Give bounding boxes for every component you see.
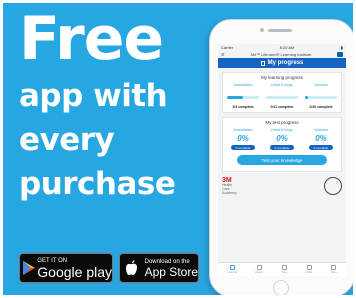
test-progress-card: My test progress Auscultation 0% 0 compl…	[222, 117, 342, 172]
status-badge: 0 complete	[309, 145, 333, 150]
page-title-text: My progress	[267, 60, 304, 66]
progress-meter	[227, 89, 259, 103]
status-badge: 0 complete	[231, 145, 255, 150]
tab-label: Learning	[227, 271, 237, 274]
battery-icon: ▮	[340, 44, 343, 50]
chart-icon	[229, 265, 235, 270]
page-title: My progress	[218, 58, 346, 68]
google-play-button[interactable]: GET IT ON Google play	[19, 253, 113, 283]
headline: Free app with every purchase	[19, 4, 176, 202]
google-play-line1: GET IT ON	[37, 257, 68, 264]
app-store-line1: Download on the	[144, 258, 190, 265]
learning-col-auscultation[interactable]: Auscultation 2/4 complete	[225, 83, 261, 109]
tab-more[interactable]: More	[331, 265, 337, 274]
app-header-title: 3M™ Littmann® Learning Institute	[250, 51, 312, 57]
col-label: Volumes	[314, 83, 328, 87]
test-knowledge-button[interactable]: Test your knowledge	[237, 155, 327, 165]
tab-library[interactable]: Library	[255, 265, 263, 274]
littmann-seal-icon	[324, 177, 342, 195]
col-count: 2/4 complete	[232, 105, 254, 109]
col-label: Volumes	[314, 128, 328, 132]
test-col-heart-lungs[interactable]: Heart & lungs 0% 0 complete	[264, 128, 300, 150]
book-icon	[256, 265, 262, 270]
logo-line: Academy	[222, 190, 237, 195]
tab-learning[interactable]: Learning	[227, 265, 237, 274]
carrier-label: Carrier	[221, 44, 234, 50]
col-label: Heart & lungs	[271, 128, 293, 132]
progress-meter	[266, 89, 298, 103]
tab-profile[interactable]: Profile	[306, 265, 313, 274]
phone-screen: Carrier 8:20 AM ▮ ☰ 3M™ Littmann® Learni…	[218, 44, 346, 276]
speaker-slot	[268, 29, 292, 32]
progress-meter	[305, 89, 337, 103]
learning-progress-card: My learning progress Auscultation 2/4 co…	[222, 72, 342, 113]
promo-banner: Free app with every purchase GET IT ON G…	[3, 3, 353, 295]
menu-icon[interactable]: ☰	[221, 52, 225, 57]
test-percent: 0%	[276, 134, 288, 143]
test-col-auscultation[interactable]: Auscultation 0% 0 complete	[225, 128, 261, 150]
status-time: 8:20 AM	[279, 44, 295, 50]
play-icon	[20, 254, 37, 282]
progress-icon	[260, 60, 265, 66]
col-count: 2/20 complete	[309, 105, 333, 109]
app-store-line2: App Store	[144, 264, 198, 279]
tab-tests[interactable]: Tests	[281, 265, 287, 274]
learning-col-heart-lungs[interactable]: Heart & lungs 0/11 complete	[264, 83, 300, 109]
app-store-button[interactable]: Download on the App Store	[119, 253, 199, 283]
profile-icon[interactable]	[336, 51, 343, 57]
status-badge: 0 complete	[270, 145, 294, 150]
headline-line-3: purchase	[19, 166, 176, 202]
tab-label: More	[331, 271, 337, 274]
col-label: Auscultation	[233, 128, 253, 132]
home-button[interactable]	[273, 280, 289, 295]
headline-line-1: app with	[19, 78, 168, 114]
headline-free: Free	[19, 4, 164, 74]
google-play-line2: Google play	[37, 263, 112, 280]
tab-label: Profile	[305, 271, 313, 274]
col-label: Auscultation	[233, 83, 253, 87]
test-col-volumes[interactable]: Volumes 0% 0 complete	[303, 128, 339, 150]
academy-footer: 3M Health Care Academy	[222, 177, 342, 196]
col-count: 0/11 complete	[270, 105, 294, 109]
col-label: Heart & lungs	[271, 83, 293, 87]
user-icon	[306, 265, 312, 270]
learning-progress-title: My learning progress	[260, 75, 304, 80]
tab-label: Library	[255, 271, 263, 274]
list-icon	[281, 265, 287, 270]
tab-label: Tests	[281, 271, 288, 274]
more-icon	[331, 265, 337, 270]
tab-bar: Learning Library Tests Profile More	[218, 262, 346, 276]
camera-dot	[260, 28, 264, 32]
phone-mockup: Carrier 8:20 AM ▮ ☰ 3M™ Littmann® Learni…	[209, 19, 353, 295]
test-percent: 0%	[315, 134, 327, 143]
test-percent: 0%	[237, 134, 249, 143]
headline-line-2: every	[19, 122, 115, 158]
learning-col-volumes[interactable]: Volumes 2/20 complete	[303, 83, 339, 109]
health-care-academy-logo: 3M Health Care Academy	[222, 177, 237, 196]
app-header: ☰ 3M™ Littmann® Learning Institute	[218, 50, 346, 58]
test-progress-title: My test progress	[265, 120, 299, 125]
apple-icon	[120, 254, 145, 282]
